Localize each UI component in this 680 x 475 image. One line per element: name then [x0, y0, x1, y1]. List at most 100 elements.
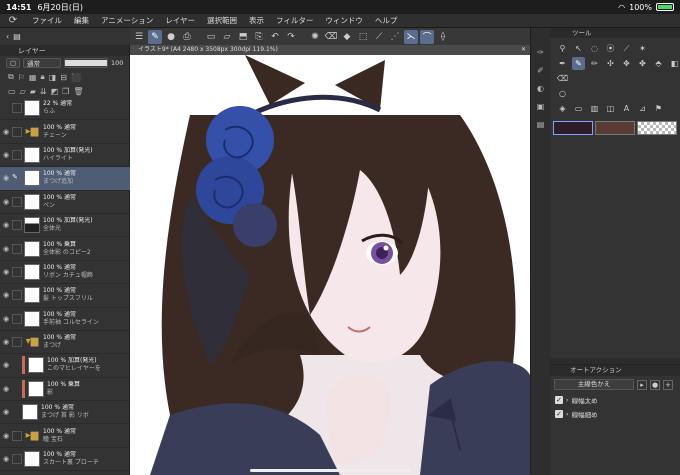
eye-icon[interactable]: ◉	[0, 151, 12, 159]
lock-icon[interactable]: 🔒︎	[40, 72, 44, 82]
layer-row[interactable]: ◉ 100 % 通常 手前袖 コルセライン	[0, 308, 130, 331]
mask-icon[interactable]: ◨	[49, 73, 57, 82]
menu-edit[interactable]: 編集	[68, 15, 95, 26]
decoration-icon[interactable]: ✥	[620, 57, 633, 70]
navigator-icon[interactable]: ▣	[537, 102, 545, 111]
chevron-right-icon[interactable]: ›	[566, 396, 569, 404]
record-action-icon[interactable]: ●	[650, 379, 660, 390]
home-indicator[interactable]	[250, 469, 410, 472]
layer-row[interactable]: ◉ ▾▆ 100 % 通常 まつげ	[0, 331, 130, 355]
pen-icon[interactable]: ✒	[556, 57, 569, 70]
eye-icon[interactable]: ◉	[0, 245, 12, 253]
illustration[interactable]	[130, 55, 530, 475]
eye-icon[interactable]: ◉	[0, 385, 12, 393]
merge-icon[interactable]: ⇊	[40, 87, 47, 96]
clear-icon[interactable]: ⌫	[324, 30, 338, 44]
sub-color-swatch[interactable]	[595, 121, 635, 135]
layer-row[interactable]: 22 % 通常 らふ	[0, 97, 130, 121]
layer-toggle[interactable]: ▢	[6, 58, 20, 68]
lock-transparent-icon[interactable]: ▦	[29, 73, 37, 82]
copy-layer-icon[interactable]: ❐	[62, 87, 69, 96]
checkbox[interactable]: ✓	[555, 410, 563, 418]
new-file-icon[interactable]: ▭	[204, 30, 218, 44]
export-icon[interactable]: ⎙	[180, 30, 194, 44]
frame-icon[interactable]: ▭	[572, 102, 585, 115]
layer-row[interactable]: ◉ 100 % 通常 スカート裏 ブローチ	[0, 448, 130, 472]
save-icon[interactable]: ⬒	[236, 30, 250, 44]
menu-selection[interactable]: 選択範囲	[201, 15, 243, 26]
opacity-slider[interactable]	[64, 58, 108, 68]
transform-tool-icon[interactable]: ✤	[636, 57, 649, 70]
fill-tool-icon[interactable]: ⬘	[652, 57, 665, 70]
collapse-icon[interactable]: ‹	[6, 32, 9, 41]
layer-row[interactable]: ◉ 100 % 乗算 全体影 のコピー2	[0, 237, 130, 261]
app-logo-icon[interactable]: ⟳	[0, 15, 26, 26]
delete-layer-icon[interactable]: 🗑︎	[73, 87, 83, 96]
checkbox[interactable]: ✓	[555, 396, 563, 404]
zoom-icon[interactable]: ⚲	[556, 42, 569, 55]
menu-window[interactable]: ウィンドウ	[319, 15, 369, 26]
menu-help[interactable]: ヘルプ	[369, 15, 404, 26]
grid-icon[interactable]: ⋰	[388, 30, 402, 44]
mask-add-icon[interactable]: ◩	[51, 87, 59, 96]
hamburger-icon[interactable]: ☰	[132, 30, 146, 44]
blend-mode-select[interactable]: 通常	[23, 58, 61, 68]
layer-row[interactable]: ◉ ▸▆ 100 % 通常 チェーン	[0, 120, 130, 144]
eye-icon[interactable]: ◉	[0, 221, 12, 229]
eye-icon[interactable]: ◉	[0, 361, 12, 369]
new-action-icon[interactable]: +	[663, 379, 673, 390]
deselect-icon[interactable]: ✺	[308, 30, 322, 44]
canvas-area[interactable]: イラスト9* (A4 2480 x 3508px 300dpi 119.1%) …	[130, 45, 530, 475]
airbrush-icon[interactable]: ✣	[604, 57, 617, 70]
menu-filter[interactable]: フィルター	[270, 15, 319, 26]
eye-icon[interactable]: ◉	[0, 291, 12, 299]
undo-icon[interactable]: ↶	[268, 30, 282, 44]
play-icon[interactable]: ▸	[637, 379, 647, 390]
redo-icon[interactable]: ↷	[284, 30, 298, 44]
ruler-tool-icon[interactable]: ▥	[588, 102, 601, 115]
eyedropper-icon[interactable]: ⟋	[620, 42, 633, 55]
layer-row[interactable]: ◉ 100 % 通常 まつげ 首 影 リボ	[0, 401, 130, 425]
transform-icon[interactable]: ⬚	[356, 30, 370, 44]
move-icon[interactable]: ↖	[572, 42, 585, 55]
clip-icon[interactable]: ⧉	[8, 72, 14, 82]
auto-action-item[interactable]: ✓ › 線幅太め	[550, 393, 680, 407]
gradient-icon[interactable]: ◧	[668, 57, 680, 70]
layer-row-selected[interactable]: ◉ ✎ 100 % 通常 まつげ追加	[0, 167, 130, 191]
canvas-tab[interactable]: イラスト9* (A4 2480 x 3508px 300dpi 119.1%) …	[130, 45, 530, 55]
material-icon[interactable]: ▤	[537, 120, 545, 129]
auto-action-set-select[interactable]: 主線色かえ	[554, 379, 634, 390]
chevron-right-icon[interactable]: ›	[566, 410, 569, 418]
menu-file[interactable]: ファイル	[26, 15, 68, 26]
snap-icon[interactable]: ⟋	[372, 30, 386, 44]
main-color-swatch[interactable]	[553, 121, 593, 135]
ruler-icon[interactable]: ⊟	[60, 73, 67, 82]
pen-mode-icon[interactable]: ✎	[148, 29, 162, 44]
figure-icon[interactable]: ◫	[604, 102, 617, 115]
eye-icon[interactable]: ◉	[0, 455, 12, 463]
eye-icon[interactable]: ◉	[0, 432, 12, 440]
new-folder-icon[interactable]: ▰	[30, 87, 36, 96]
new-vector-icon[interactable]: ▱	[20, 87, 26, 96]
color-icon[interactable]: ◐	[537, 84, 544, 93]
layer-row[interactable]: ◉ 100 % 加算(発光) 全体光	[0, 214, 130, 238]
fill-icon[interactable]: ◆	[340, 30, 354, 44]
correction-icon[interactable]: ⊿	[636, 102, 649, 115]
transparent-swatch[interactable]	[637, 121, 677, 135]
pencil-icon[interactable]: ✏	[588, 57, 601, 70]
eye-icon[interactable]: ◉	[0, 408, 12, 416]
subtool-icon[interactable]: ✐	[537, 66, 544, 75]
menu-animation[interactable]: アニメーション	[95, 15, 159, 26]
layer-row[interactable]: ◉ 100 % 通常髪 トップスフリル	[0, 284, 130, 308]
menu-layer[interactable]: レイヤー	[159, 15, 201, 26]
tool-icon[interactable]: ✑	[537, 48, 544, 57]
eraser-icon[interactable]: ⌫	[556, 72, 569, 85]
pen-edit-icon[interactable]: ✎	[12, 173, 22, 183]
record-icon[interactable]: ●	[164, 30, 178, 44]
brush-icon[interactable]: ✎	[572, 57, 585, 70]
perspective-icon[interactable]: ⟠	[436, 30, 450, 44]
eye-icon[interactable]: ◉	[0, 198, 12, 206]
menu-view[interactable]: 表示	[243, 15, 270, 26]
curve-snap-icon[interactable]: ⌒	[420, 29, 434, 44]
ruler-snap-icon[interactable]: ⋋	[404, 29, 418, 44]
